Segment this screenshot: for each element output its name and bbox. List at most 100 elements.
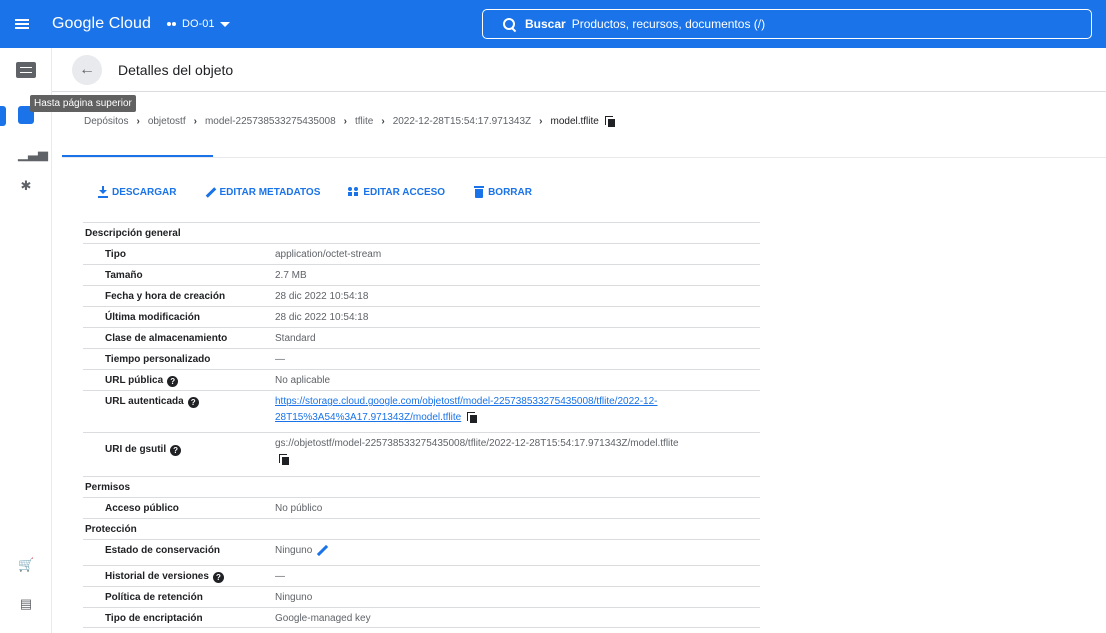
chevron-right-icon: › <box>136 116 140 127</box>
breadcrumb: Depósitos › objetostf › model-2257385332… <box>84 116 615 127</box>
chevron-right-icon: › <box>381 116 385 127</box>
project-dots-icon <box>167 22 177 26</box>
search-label: Buscar <box>525 17 566 31</box>
row-key: Política de retención <box>105 592 203 603</box>
copy-icon[interactable] <box>279 453 289 465</box>
table-row: Historial de versiones? — <box>83 565 760 586</box>
people-icon <box>348 186 360 198</box>
download-icon <box>97 186 109 198</box>
row-key: URL autenticada? <box>83 391 275 432</box>
row-value: application/octet-stream <box>275 249 382 260</box>
row-key: Fecha y hora de creación <box>105 291 226 302</box>
google-cloud-logo[interactable]: Google Cloud <box>52 15 151 33</box>
table-row: URL pública? No aplicable <box>83 369 760 390</box>
object-details-table: Descripción general Tipo application/oct… <box>83 222 760 628</box>
table-row: Tiempo personalizado — <box>83 348 760 369</box>
download-button[interactable]: DESCARGAR <box>97 186 176 198</box>
table-row: Clase de almacenamiento Standard <box>83 327 760 348</box>
help-icon[interactable]: ? <box>170 445 182 456</box>
release-notes-icon[interactable]: ▤ <box>18 596 34 612</box>
row-key: URI de gsutil? <box>83 433 275 476</box>
help-icon[interactable]: ? <box>212 572 224 583</box>
breadcrumb-item[interactable]: 2022-12-28T15:54:17.971343Z <box>393 116 531 127</box>
top-bar: Google Cloud DO-01 Buscar Productos, rec… <box>0 0 1106 48</box>
project-selector[interactable]: DO-01 <box>167 18 231 30</box>
row-key: Tiempo personalizado <box>105 354 211 365</box>
row-value: 2.7 MB <box>275 270 307 281</box>
tab-divider <box>62 157 1106 158</box>
copy-icon[interactable] <box>467 411 478 423</box>
url-line-2: 28T15%3A54%3A17.971343Z/model.tflite <box>275 412 462 423</box>
menu-icon[interactable] <box>2 0 42 48</box>
edit-access-button[interactable]: EDITAR ACCESO <box>348 186 445 198</box>
help-icon[interactable]: ? <box>167 376 179 387</box>
table-row: Política de retención Ninguno <box>83 586 760 607</box>
page-title: Detalles del objeto <box>118 61 234 78</box>
pencil-icon <box>204 186 216 198</box>
table-row: Estado de conservación Ninguno <box>83 539 760 565</box>
breadcrumb-item[interactable]: model-225738533275435008 <box>205 116 336 127</box>
row-key-text: URL pública <box>105 375 164 386</box>
row-value: No aplicable <box>275 375 331 386</box>
row-value: 28 dic 2022 10:54:18 <box>275 312 369 323</box>
search-icon <box>503 18 515 30</box>
edit-metadata-label: EDITAR METADATOS <box>219 186 321 198</box>
rail-active-indicator <box>0 106 6 126</box>
search-input[interactable]: Buscar Productos, recursos, documentos (… <box>482 9 1092 39</box>
table-row: Tipo application/octet-stream <box>83 243 760 264</box>
monitoring-icon[interactable]: ▁▃▅ <box>18 146 48 162</box>
retention-hold-value: Ninguno <box>275 545 313 556</box>
storage-product-icon[interactable] <box>0 48 52 92</box>
table-row: URI de gsutil? gs://objetostf/model-2257… <box>83 432 760 476</box>
search-placeholder: Productos, recursos, documentos (/) <box>571 17 766 31</box>
authenticated-url-link[interactable]: https://storage.cloud.google.com/objetos… <box>275 396 658 423</box>
action-bar: DESCARGAR EDITAR METADATOS EDITAR ACCESO… <box>97 186 560 198</box>
edit-access-label: EDITAR ACCESO <box>363 186 446 198</box>
section-permissions-title: Permisos <box>83 476 760 497</box>
edit-metadata-button[interactable]: EDITAR METADATOS <box>204 186 320 198</box>
breadcrumb-current: model.tflite <box>550 116 599 127</box>
row-key: Estado de conservación <box>105 545 221 556</box>
row-value: 28 dic 2022 10:54:18 <box>275 291 369 302</box>
row-value: — <box>275 354 285 365</box>
trash-icon <box>473 186 485 198</box>
row-value: — <box>275 571 285 582</box>
back-arrow-icon[interactable]: ← <box>72 54 102 85</box>
row-value: Ninguno <box>275 538 760 565</box>
help-icon[interactable]: ? <box>187 397 199 408</box>
row-key-text: Historial de versiones <box>105 571 209 582</box>
breadcrumb-item[interactable]: Depósitos <box>84 116 128 127</box>
breadcrumb-item[interactable]: objetostf <box>148 116 186 127</box>
download-label: DESCARGAR <box>112 186 177 198</box>
row-key: Acceso público <box>105 503 179 514</box>
marketplace-icon[interactable]: 🛒 <box>18 557 34 573</box>
delete-button[interactable]: BORRAR <box>473 186 532 198</box>
url-line-1: https://storage.cloud.google.com/objetos… <box>275 396 658 407</box>
copy-icon[interactable] <box>604 116 615 127</box>
gsutil-uri-value: gs://objetostf/model-225738533275435008/… <box>275 431 760 476</box>
chevron-right-icon: › <box>539 116 543 127</box>
row-key: Historial de versiones? <box>83 566 275 586</box>
section-overview-title: Descripción general <box>83 222 760 243</box>
table-row: Tipo de encriptación Google-managed key <box>83 607 760 628</box>
row-key: Tamaño <box>105 270 143 281</box>
delete-label: BORRAR <box>488 186 532 198</box>
row-value: No público <box>275 503 323 514</box>
breadcrumb-item[interactable]: tflite <box>355 116 373 127</box>
table-row: Acceso público No público <box>83 497 760 518</box>
table-row: Fecha y hora de creación 28 dic 2022 10:… <box>83 285 760 306</box>
chevron-down-icon <box>220 21 231 27</box>
row-key: Tipo de encriptación <box>105 613 203 624</box>
chevron-right-icon: › <box>343 116 347 127</box>
table-row: URL autenticada? https://storage.cloud.g… <box>83 390 760 432</box>
row-key: URL pública? <box>83 370 275 390</box>
active-tab-indicator <box>62 155 213 157</box>
gsutil-uri-text: gs://objetostf/model-225738533275435008/… <box>275 438 679 449</box>
settings-icon[interactable]: ✱ <box>18 178 34 194</box>
row-key-text: URL autenticada <box>105 396 184 407</box>
table-row: Tamaño 2.7 MB <box>83 264 760 285</box>
row-value: Ninguno <box>275 592 313 603</box>
tooltip: Hasta página superior <box>30 95 136 112</box>
edit-pencil-icon[interactable] <box>316 544 328 556</box>
row-key-text: URI de gsutil <box>105 444 167 455</box>
